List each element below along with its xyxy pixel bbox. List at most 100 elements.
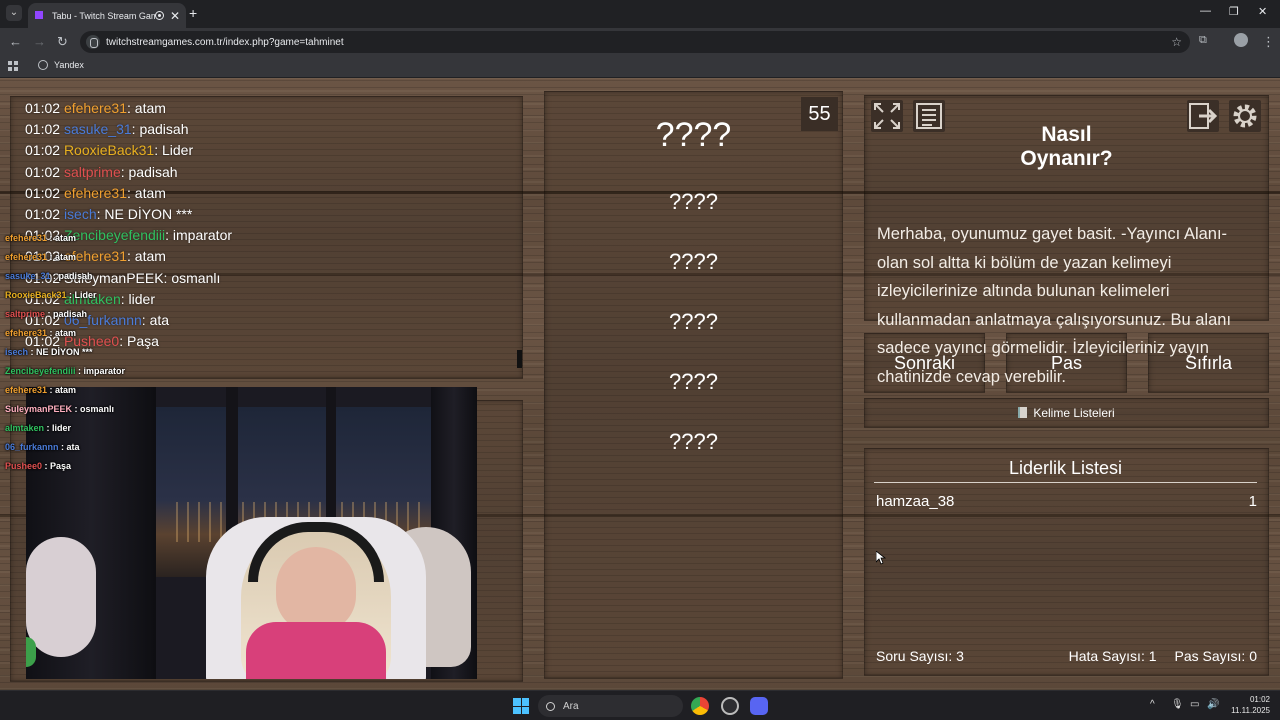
chat-text: atam [134,248,166,265]
windows-start-icon[interactable] [513,698,529,714]
reset-button[interactable]: Sıfırla [1148,333,1269,393]
chrome-icon[interactable] [691,697,709,715]
overlay-username: 06_furkannn [5,442,59,452]
forward-button[interactable]: → [33,34,46,49]
chat-text: Paşa [127,333,159,350]
chat-message: 01:02 sasuke_31: padisah [25,121,189,138]
overlay-text: padisah [53,309,88,319]
fullscreen-icon[interactable] [871,100,903,132]
overlay-username: saltprime [5,309,46,319]
chat-scrollbar[interactable] [517,350,522,368]
chat-username: isech [63,205,97,222]
minimize-button[interactable]: — [1200,5,1211,17]
reload-button[interactable]: ↻ [57,34,68,50]
bookmark-star-icon[interactable]: ☆ [1171,35,1182,49]
overlay-text: atam [55,252,77,262]
notes-icon[interactable] [913,100,945,132]
overlay-text: ata [66,442,80,452]
next-button[interactable]: Sonraki [864,333,985,393]
overlay-message: almtaken : lider [5,423,72,433]
chat-message: 01:02 isech: NE DİYON *** [25,205,193,222]
overlay-text: Paşa [50,461,72,471]
overlay-text: atam [55,233,77,243]
chat-text: ata [149,311,170,328]
overlay-message: efehere31 : atam [5,252,77,262]
leaderboard: Liderlik Listesi hamzaa_38 1 Soru Sayısı… [864,448,1269,676]
close-tab-icon[interactable]: ✕ [170,9,180,23]
how-to-content: Nasıl Oynanır? Merhaba, oyunumuz gayet b… [864,95,1269,386]
apps-grid-icon[interactable] [8,61,18,71]
overlay-message: sasuke_31 : padisah [5,271,93,281]
overlay-username: RooxieBack31 [5,290,67,300]
error-count: Hata Sayısı: 1 [1068,648,1157,664]
chat-message: 01:02 efehere31: atam [25,100,166,116]
tab-search-button[interactable]: ⌄ [6,5,22,21]
obs-icon[interactable] [721,697,739,715]
overlay-username: efehere31 [5,328,48,338]
leaderboard-row: hamzaa_38 1 [876,493,1257,510]
search-label: Ara [563,700,579,712]
site-info-icon[interactable] [86,35,100,49]
overlay-username: Pushee0 [5,461,43,471]
url-text: twitchstreamgames.com.tr/index.php?game=… [106,36,344,48]
microphone-icon[interactable]: 🎙 [1171,699,1184,710]
overlay-message: RooxieBack31 : Lider [5,290,97,300]
overlay-username: efehere31 [5,252,48,262]
chat-username: efehere31 [63,100,127,116]
word-lists-button[interactable]: Kelime Listeleri [864,398,1269,428]
overlay-username: SuleymanPEEK [5,404,73,414]
taskbar: Ara ^ 🎙 ▭ 🔊 01:02 11.11.2025 [0,690,1280,720]
gear-icon[interactable] [1229,100,1261,132]
plush-toy [26,537,96,657]
bookmark-yandex[interactable]: Yandex [38,60,84,70]
overlay-username: efehere31 [5,385,48,395]
close-window-button[interactable]: ✕ [1258,5,1267,18]
tray-chevron-icon[interactable]: ^ [1150,699,1155,710]
chat-text: Lider [162,142,194,159]
overlay-message: efehere31 : atam [5,385,77,395]
overlay-text: Lider [74,290,97,300]
network-icon[interactable]: ▭ [1190,699,1199,710]
chat-text: atam [134,184,166,201]
discord-icon[interactable] [750,697,768,715]
pass-button[interactable]: Pas [1006,333,1127,393]
volume-icon[interactable]: 🔊 [1207,699,1219,710]
chat-text: padisah [128,163,178,180]
chat-text: imparator [172,227,233,244]
search-icon [546,701,555,711]
overlay-message: isech : NE DİYON *** [5,347,93,357]
system-clock[interactable]: 01:02 11.11.2025 [1231,694,1270,716]
taskbar-search[interactable]: Ara [538,695,683,717]
chat-time: 01:02 [25,184,61,201]
overlay-text: imparator [83,366,126,376]
chat-username: saltprime [63,163,121,180]
forbidden-word: ???? [669,369,718,394]
overlay-text: NE DİYON *** [36,347,93,357]
new-tab-button[interactable]: + [189,5,197,21]
overlay-message: SuleymanPEEK : osmanlı [5,404,115,414]
twitch-favicon-icon [35,10,43,19]
logout-icon[interactable] [1187,100,1219,132]
browser-tab[interactable]: Tabu - Twitch Stream Game ✕ [28,3,186,28]
chat-time: 01:02 [25,100,61,116]
back-button[interactable]: ← [9,34,22,49]
mouse-cursor-icon [876,551,886,565]
address-bar[interactable]: twitchstreamgames.com.tr/index.php?game=… [80,31,1190,53]
main-word: ???? [655,116,732,154]
restore-button[interactable]: ❐ [1229,5,1239,18]
how-to-title: Nasıl Oynanır? [1020,123,1113,170]
profile-avatar[interactable] [1234,33,1248,47]
globe-icon [38,60,48,70]
forbidden-word: ???? [669,429,718,454]
extensions-icon[interactable]: ⧉ [1199,34,1207,47]
overlay-text: lider [52,423,72,433]
overlay-text: atam [55,385,77,395]
overlay-text: padisah [58,271,93,281]
bookmarks-bar: Yandex [0,56,1280,78]
chat-text: padisah [139,121,189,138]
overlay-message: efehere31 : atam [5,233,77,243]
clock-time: 01:02 [1249,695,1270,704]
chat-text: lider [128,290,155,307]
chat-username: efehere31 [63,184,127,201]
menu-icon[interactable]: ⋮ [1262,34,1275,50]
